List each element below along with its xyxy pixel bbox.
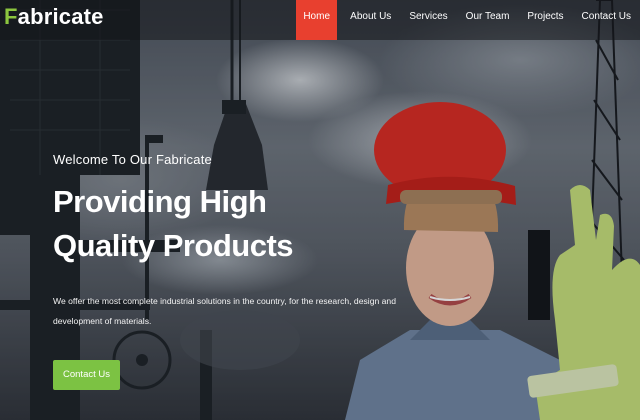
hero-description: We offer the most complete industrial so… (53, 296, 396, 326)
nav-menu: Home About Us Services Our Team Projects… (296, 0, 640, 40)
nav-item-home[interactable]: Home (296, 0, 338, 40)
contact-us-button[interactable]: Contact Us (53, 360, 120, 390)
nav-item-projects[interactable]: Projects (518, 0, 572, 40)
hero-eyebrow: Welcome To Our Fabricate (53, 152, 212, 167)
nav-item-contact-us[interactable]: Contact Us (573, 0, 640, 40)
nav-item-about-us[interactable]: About Us (341, 0, 400, 40)
hero-section: Fabricate Home About Us Services Our Tea… (0, 0, 640, 420)
site-logo[interactable]: Fabricate (4, 4, 104, 30)
nav-item-services[interactable]: Services (400, 0, 456, 40)
nav-item-our-team[interactable]: Our Team (457, 0, 519, 40)
hero-title: Providing High Quality Products (53, 184, 294, 263)
logo-first-letter: F (4, 4, 18, 29)
top-navbar: Fabricate Home About Us Services Our Tea… (0, 0, 640, 40)
logo-text: abricate (17, 4, 104, 29)
